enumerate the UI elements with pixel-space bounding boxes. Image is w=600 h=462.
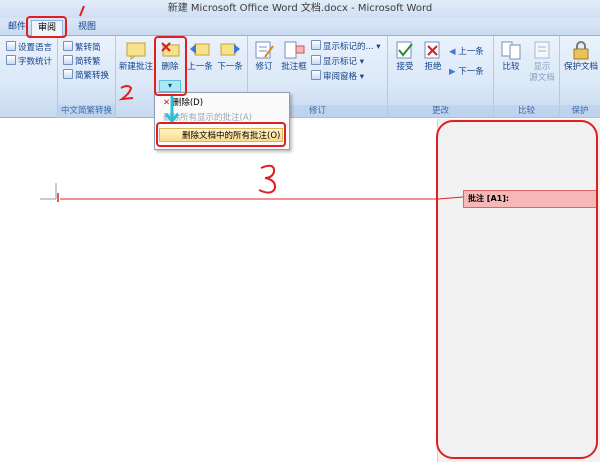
traditional-to-simplified-label: 繁转简 <box>75 43 101 53</box>
chinese-conversion-label: 简繁转换 <box>75 71 110 81</box>
compare-label: 比较 <box>502 62 520 72</box>
delete-comment-button[interactable]: 删除 <box>156 40 184 73</box>
display-for-review-icon <box>311 40 321 50</box>
group-label-changes: 更改 <box>388 105 493 118</box>
show-markup-button[interactable]: 显示标记 ▾ <box>311 55 364 68</box>
track-changes-icon <box>255 41 274 59</box>
track-changes-label: 修订 <box>255 62 273 72</box>
convert-icon <box>63 69 73 79</box>
word-count-icon <box>6 55 16 65</box>
balloons-button[interactable]: 批注框 <box>279 40 309 73</box>
show-source-label-1: 显示 <box>533 62 551 72</box>
word-count-button[interactable]: 字数统计 <box>6 55 52 68</box>
traditional-to-simplified-button[interactable]: 繁转简 <box>63 41 101 54</box>
source-documents-icon <box>534 41 550 59</box>
group-chinese-conversion: 繁转简 简转繁 简繁转换 中文简繁转换 <box>58 36 116 118</box>
previous-change-label: 上一条 <box>458 47 484 57</box>
menu-item-delete[interactable]: ✕ 删除(D) <box>163 96 203 110</box>
delete-comment-icon <box>161 42 180 57</box>
convert-icon <box>63 55 73 65</box>
menu-item-delete-shown-label: 删除所有显示的批注(A) <box>163 113 252 123</box>
reject-icon <box>424 41 440 59</box>
new-comment-button[interactable]: 新建批注 <box>118 40 154 73</box>
next-comment-label: 下一条 <box>217 62 243 72</box>
comment-balloon[interactable]: 批注 [A1]: <box>463 190 598 208</box>
accept-icon <box>396 41 413 59</box>
chevron-down-icon: ▾ <box>167 81 172 90</box>
group-label-protect: 保护 <box>560 105 600 118</box>
group-proofing: 设置语言 字数统计 <box>0 36 58 118</box>
group-changes: 接受 拒绝 ◀ 上一条 ▶ 下一条 更改 <box>388 36 494 118</box>
set-language-label: 设置语言 <box>18 43 53 53</box>
delete-dropdown-arrow-button[interactable]: ▾ <box>159 80 181 92</box>
protect-document-button[interactable]: 保护文档 <box>564 40 600 73</box>
tab-mailings[interactable]: 邮件 <box>2 20 32 36</box>
chinese-conversion-button[interactable]: 简繁转换 <box>63 69 109 82</box>
tab-review[interactable]: 审阅 <box>31 20 64 36</box>
compare-button[interactable]: 比较 <box>498 40 524 73</box>
previous-comment-icon <box>190 43 210 56</box>
tab-view[interactable]: 视图 <box>72 20 102 36</box>
ribbon-tab-bar: 邮件 审阅 视图 <box>0 18 600 36</box>
language-icon <box>6 41 16 51</box>
delete-comment-icon: ✕ <box>163 98 171 108</box>
comment-balloon-text: 批注 [A1]: <box>468 194 510 203</box>
previous-comment-button[interactable]: 上一条 <box>186 40 214 73</box>
arrow-left-icon: ◀ <box>449 47 456 57</box>
compare-icon <box>501 41 521 60</box>
group-protect: 保护文档 保护 <box>560 36 600 118</box>
ribbon: 设置语言 字数统计 繁转简 简转繁 简繁转换 中文简繁转换 新建批注 删除 ▾ … <box>0 36 600 118</box>
accept-button[interactable]: 接受 <box>392 40 418 73</box>
markup-area <box>437 119 600 462</box>
display-for-review-value: 显示标记的... <box>323 42 374 52</box>
show-markup-icon <box>311 55 321 65</box>
next-change-label: 下一条 <box>458 67 484 77</box>
new-comment-icon <box>126 42 146 60</box>
new-comment-label: 新建批注 <box>118 62 153 72</box>
menu-item-delete-shown[interactable]: 删除所有显示的批注(A) <box>163 111 252 125</box>
menu-item-delete-all-label: 删除文档中的所有批注(O) <box>182 131 281 141</box>
show-markup-label: 显示标记 <box>323 57 358 67</box>
window-title-bar: 新建 Microsoft Office Word 文档.docx - Micro… <box>0 0 600 18</box>
lock-icon <box>573 41 589 60</box>
window-title: 新建 Microsoft Office Word 文档.docx - Micro… <box>167 3 433 14</box>
balloons-icon <box>284 41 305 59</box>
word-count-label: 字数统计 <box>18 57 53 67</box>
protect-document-label: 保护文档 <box>564 62 599 72</box>
menu-item-delete-all[interactable]: 删除文档中的所有批注(O) <box>159 128 283 142</box>
reject-button[interactable]: 拒绝 <box>420 40 446 73</box>
arrow-right-icon: ▶ <box>449 67 456 77</box>
group-label-chinese-conversion: 中文简繁转换 <box>58 105 115 118</box>
display-for-review-select[interactable]: 显示标记的... ▾ <box>311 40 381 53</box>
reviewing-pane-icon <box>311 70 321 80</box>
set-language-button[interactable]: 设置语言 <box>6 41 52 54</box>
convert-icon <box>63 41 73 51</box>
menu-item-delete-label: 删除(D) <box>172 98 204 108</box>
group-compare: 比较 显示 源文档 比较 <box>494 36 560 118</box>
delete-comment-menu: ✕ 删除(D) 删除所有显示的批注(A) 删除文档中的所有批注(O) <box>154 92 290 150</box>
reviewing-pane-button[interactable]: 审阅窗格 ▾ <box>311 70 364 83</box>
simplified-to-traditional-label: 简转繁 <box>75 57 101 67</box>
previous-comment-label: 上一条 <box>187 62 213 72</box>
simplified-to-traditional-button[interactable]: 简转繁 <box>63 55 101 68</box>
next-comment-button[interactable]: 下一条 <box>216 40 244 73</box>
track-changes-button[interactable]: 修订 <box>251 40 277 73</box>
next-change-button[interactable]: ▶ 下一条 <box>449 66 484 79</box>
reviewing-pane-label: 审阅窗格 <box>323 72 358 82</box>
show-source-label-2: 源文档 <box>529 73 555 83</box>
show-source-documents-button[interactable]: 显示 源文档 <box>527 40 557 84</box>
accept-label: 接受 <box>396 62 414 72</box>
group-label-compare: 比较 <box>494 105 559 118</box>
balloons-label: 批注框 <box>281 62 307 72</box>
next-comment-icon <box>220 43 240 56</box>
delete-comment-label: 删除 <box>161 62 179 72</box>
previous-change-button[interactable]: ◀ 上一条 <box>449 46 484 59</box>
reject-label: 拒绝 <box>424 62 442 72</box>
